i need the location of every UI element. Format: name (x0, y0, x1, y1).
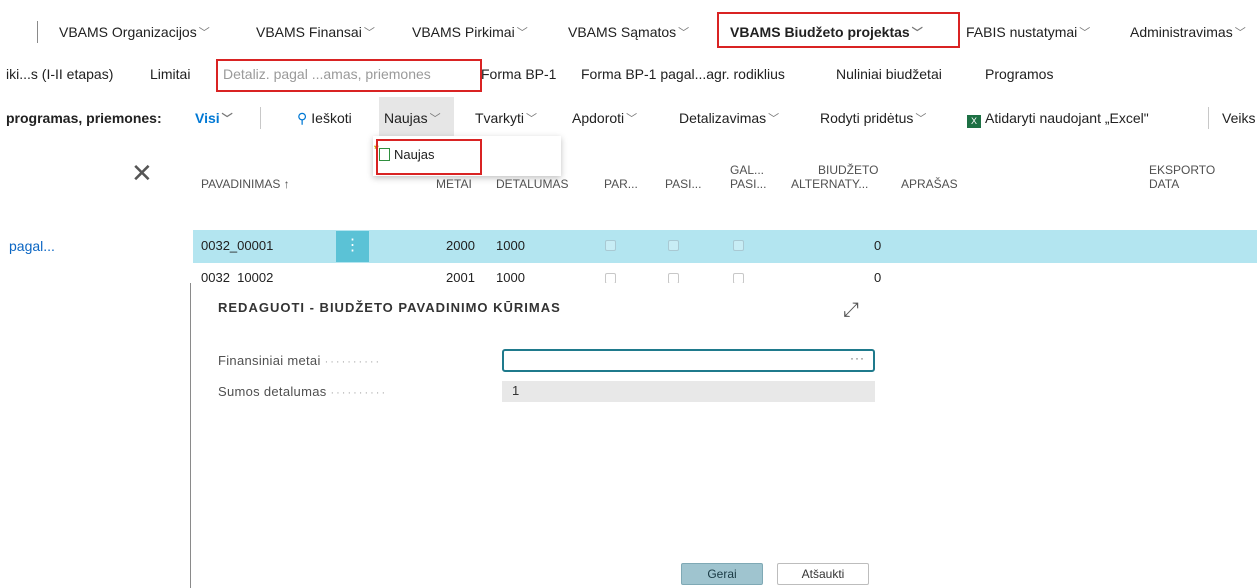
excel-icon: X (967, 115, 981, 128)
col-year[interactable]: METAI (436, 177, 472, 191)
col-alt-top[interactable]: BIUDŽETO (818, 163, 878, 177)
row-pasi-checkbox[interactable] (668, 240, 679, 251)
create-dialog (190, 283, 1257, 588)
dialog-title: REDAGUOTI - BIUDŽETO PAVADINIMO KŪRIMAS (218, 300, 561, 315)
chevron-down-icon: ﹀ (429, 113, 441, 125)
nav-administravimas[interactable]: Administravimas ﹀ (1130, 21, 1246, 44)
chevron-down-icon: ﹀ (1234, 27, 1246, 39)
nav-fabis-nustatymai[interactable]: FABIS nustatymai ﹀ (966, 21, 1090, 44)
chevron-down-icon: ﹀ (768, 113, 780, 125)
col-pasi[interactable]: PASI... (665, 177, 701, 191)
subnav-nuliniai[interactable]: Nuliniai biudžetai (836, 63, 942, 85)
chevron-down-icon: ﹀ (221, 113, 233, 125)
highlight-outline (376, 139, 482, 175)
row-name[interactable]: 0032_00001 (201, 238, 273, 254)
col-par[interactable]: PAR... (604, 177, 638, 191)
leader-dots: ·········· (324, 356, 382, 368)
col-name[interactable]: PAVADINIMAS ↑ (201, 177, 290, 191)
row-actions-icon[interactable]: ⋮ (336, 231, 369, 262)
show-attached-button[interactable]: Rodyti pridėtus ﹀ (820, 107, 926, 130)
leader-dots: ·········· (330, 387, 388, 399)
nav-divider (37, 21, 38, 43)
subnav-forma-bp1[interactable]: Forma BP-1 (481, 63, 556, 85)
finansiniai-metai-input[interactable]: ··· (502, 349, 875, 372)
actions-menu-button[interactable]: Veiks (1222, 107, 1255, 129)
filter-label: programas, priemones: (6, 110, 162, 126)
chevron-down-icon: ﹀ (626, 113, 638, 125)
field-label-finansiniai-metai: Finansiniai metai ·········· (218, 353, 382, 368)
detail-menu-button[interactable]: Detalizavimas ﹀ (679, 107, 779, 130)
highlight-outline (717, 12, 960, 48)
sumos-detalumas-field: 1 (502, 381, 875, 402)
left-panel-item[interactable]: pagal... (9, 263, 55, 273)
search-button[interactable]: ⚲ Ieškoti (297, 107, 352, 129)
chevron-down-icon: ﹀ (1079, 27, 1091, 39)
col-desc[interactable]: APRAŠAS (901, 177, 958, 191)
subnav-forma-bp1-pagal[interactable]: Forma BP-1 pagal...agr. rodiklius (581, 63, 785, 85)
expand-icon[interactable]: ⤢ (843, 300, 859, 320)
col-alt-bottom[interactable]: ALTERNATY... (791, 177, 868, 191)
highlight-outline (216, 59, 482, 92)
row-detail: 1000 (496, 238, 525, 253)
field-label-sumos-detalumas: Sumos detalumas ·········· (218, 384, 388, 399)
new-menu-button[interactable]: Naujas ﹀ (384, 107, 441, 130)
row-par-checkbox[interactable] (605, 240, 616, 251)
col-export-bottom[interactable]: DATA (1149, 177, 1179, 191)
col-gal-bottom[interactable]: PASI... (730, 177, 766, 191)
search-icon: ⚲ (297, 110, 308, 126)
row-gal-checkbox[interactable] (733, 240, 744, 251)
col-export-top[interactable]: EKSPORTO (1149, 163, 1215, 177)
toolbar-divider (260, 107, 261, 129)
chevron-down-icon: ﹀ (363, 27, 375, 39)
filter-visi-button[interactable]: Visi ﹀ (195, 107, 233, 130)
nav-samatos[interactable]: VBAMS Sąmatos ﹀ (568, 21, 689, 44)
process-menu-button[interactable]: Apdoroti ﹀ (572, 107, 637, 130)
top-nav: VBAMS Organizacijos ﹀ VBAMS Finansai ﹀ VBA… (0, 0, 1257, 56)
nav-finansai[interactable]: VBAMS Finansai ﹀ (256, 21, 375, 44)
left-panel-item[interactable]: pagal... (9, 238, 55, 254)
row-year: 2000 (446, 238, 475, 253)
lookup-ellipsis-icon[interactable]: ··· (850, 351, 865, 365)
cancel-button[interactable]: Atšaukti (777, 563, 869, 585)
toolbar-divider (1208, 107, 1209, 129)
nav-pirkimai[interactable]: VBAMS Pirkimai ﹀ (412, 21, 528, 44)
close-icon[interactable]: ✕ (131, 160, 153, 186)
col-gal-top[interactable]: GAL... (730, 163, 764, 177)
subnav-limitai[interactable]: Limitai (150, 63, 190, 85)
nav-organizacijos[interactable]: VBAMS Organizacijos ﹀ (59, 21, 210, 44)
subnav-programos[interactable]: Programos (985, 63, 1053, 85)
subnav-etapas[interactable]: iki...s (I-II etapas) (6, 63, 113, 85)
chevron-down-icon: ﹀ (526, 113, 537, 125)
col-detail[interactable]: DETALUMAS (496, 177, 568, 191)
row-alt: 0 (874, 238, 882, 253)
chevron-down-icon: ﹀ (678, 27, 690, 39)
ok-button[interactable]: Gerai (681, 563, 763, 585)
manage-menu-button[interactable]: Tvarkyti ﹀ (475, 107, 537, 130)
chevron-down-icon: ﹀ (516, 27, 528, 39)
chevron-down-icon: ﹀ (198, 27, 210, 39)
excel-button[interactable]: X Atidaryti naudojant „Excel" (967, 107, 1149, 129)
chevron-down-icon: ﹀ (915, 113, 927, 125)
